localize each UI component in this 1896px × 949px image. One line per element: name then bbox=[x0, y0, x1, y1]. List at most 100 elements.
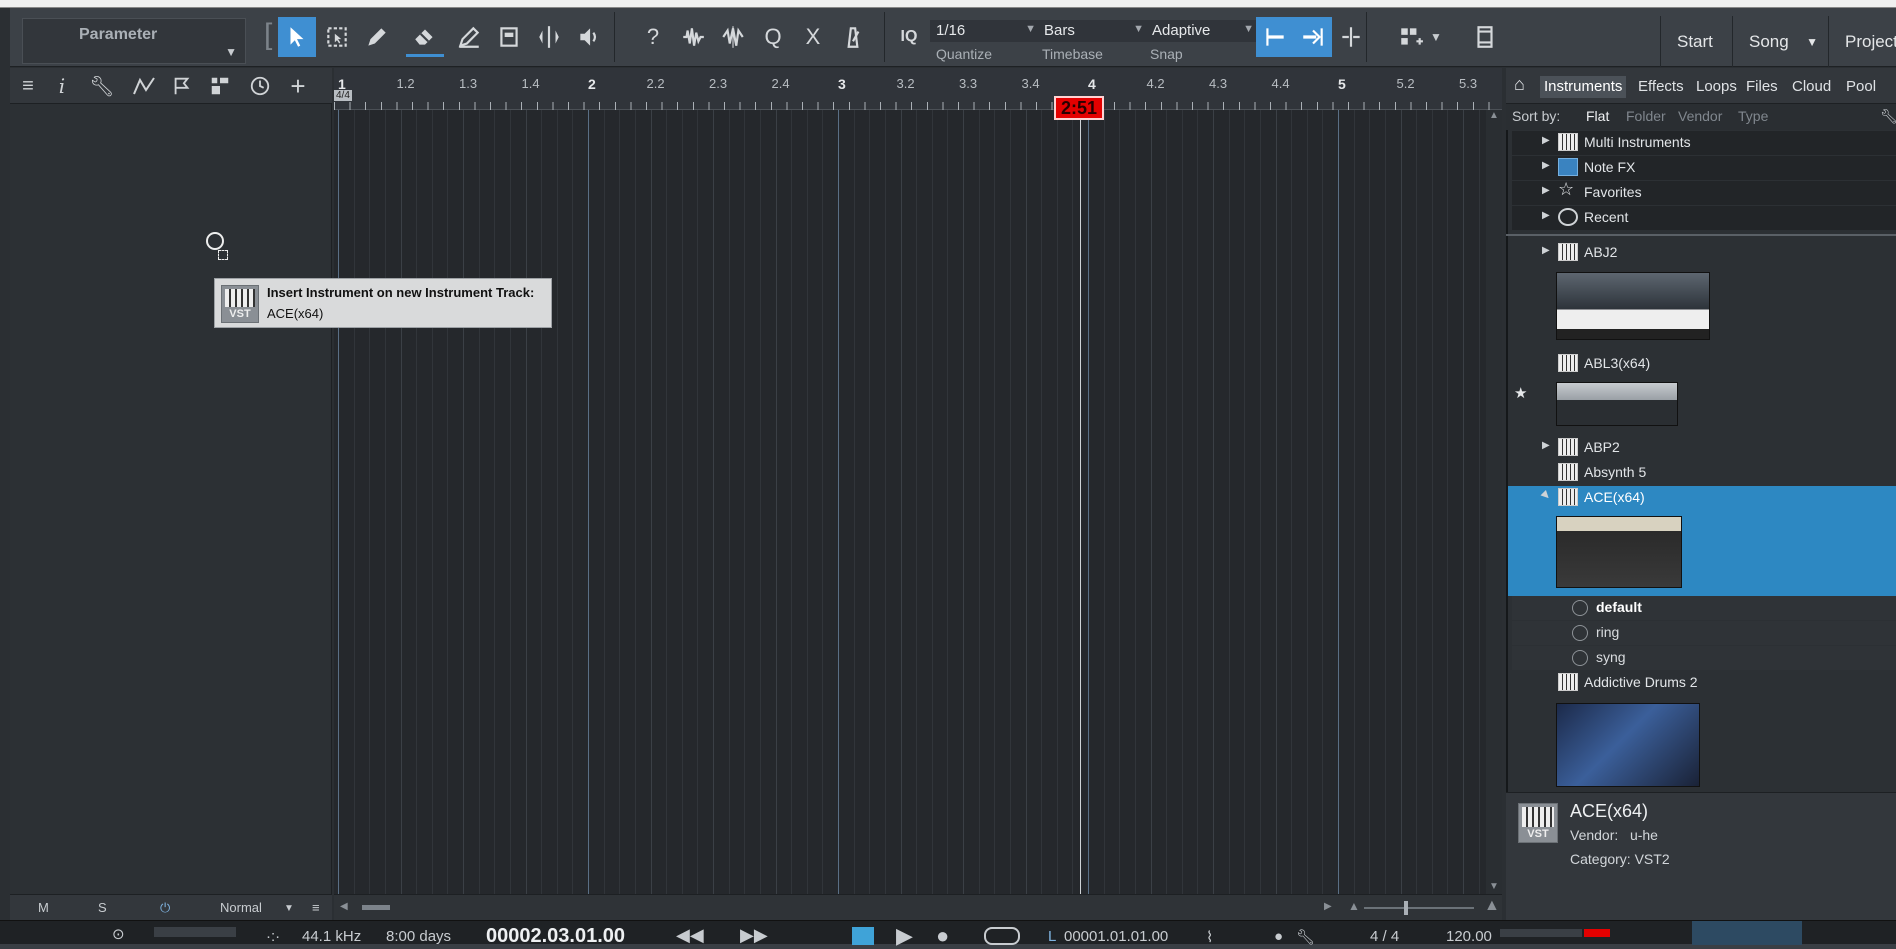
arrow-tool-button[interactable] bbox=[278, 17, 316, 57]
video-button[interactable] bbox=[1466, 17, 1504, 57]
arrangement-view[interactable] bbox=[334, 110, 1502, 894]
chevron-down-icon[interactable]: ▼ bbox=[1430, 30, 1442, 44]
list-item[interactable]: ABL3(x64) bbox=[1512, 352, 1896, 376]
chevron-down-icon[interactable]: ▼ bbox=[1806, 35, 1818, 49]
timeline-ruler[interactable]: 4/4 1 1.2 1.3 1.4 2 2.2 2.3 2.4 3 3.2 3.3 3.4 4 4.2 4.… bbox=[334, 68, 1502, 110]
track-mode-select[interactable]: Normal bbox=[220, 900, 262, 915]
list-item[interactable]: ▶ ABJ2 bbox=[1512, 241, 1896, 265]
sort-type[interactable]: Type bbox=[1738, 108, 1768, 124]
grid-line bbox=[494, 110, 496, 894]
automation-button[interactable] bbox=[126, 72, 162, 100]
sort-vendor[interactable]: Vendor bbox=[1678, 108, 1722, 124]
help-button[interactable]: ? bbox=[634, 17, 672, 57]
power-icon[interactable]: ⏻ bbox=[160, 900, 170, 916]
record-icon[interactable]: ● bbox=[936, 923, 949, 949]
solo-all-button[interactable]: S bbox=[98, 900, 107, 915]
tab-files[interactable]: Files bbox=[1746, 76, 1778, 98]
timebase-select[interactable]: Bars ▼ bbox=[1038, 20, 1150, 42]
zoom-slider-handle[interactable] bbox=[1404, 901, 1408, 915]
mute-all-button[interactable]: M bbox=[38, 900, 49, 915]
song-button[interactable]: Song ▼ bbox=[1732, 16, 1828, 67]
quantize-select[interactable]: 1/16 ▼ bbox=[930, 20, 1042, 42]
paint-tool-button[interactable] bbox=[358, 17, 396, 57]
tab-pool[interactable]: Pool bbox=[1846, 76, 1876, 98]
preset-item[interactable]: syng bbox=[1512, 646, 1896, 670]
preset-item[interactable]: default bbox=[1512, 596, 1896, 620]
mute-tool-button[interactable] bbox=[490, 17, 528, 57]
forward-icon[interactable]: ▶▶ bbox=[740, 925, 768, 946]
loop-toggle[interactable] bbox=[984, 927, 1020, 945]
iq-button[interactable]: IQ bbox=[890, 17, 928, 57]
list-item[interactable]: Addictive Drums 2 bbox=[1512, 671, 1896, 695]
tuner-button[interactable] bbox=[834, 17, 872, 57]
zoom-out-icon[interactable]: ▲ bbox=[1348, 899, 1360, 913]
marker-button[interactable] bbox=[164, 72, 200, 100]
track-list-button[interactable]: ≡ bbox=[10, 72, 46, 100]
detect-transients-button[interactable] bbox=[714, 17, 752, 57]
scroll-thumb[interactable] bbox=[362, 905, 390, 910]
add-track-button[interactable]: + bbox=[280, 71, 316, 101]
arranger-button[interactable] bbox=[202, 72, 238, 100]
snap-to-grid-button[interactable] bbox=[1256, 17, 1294, 57]
zoom-in-icon[interactable]: ▲ bbox=[1484, 897, 1500, 915]
metronome-icon[interactable]: ⌇ bbox=[1206, 928, 1213, 946]
split-tool-button[interactable] bbox=[530, 17, 568, 57]
horizontal-scrollbar[interactable]: ◀ ▶ ▲ ▲ bbox=[334, 894, 1502, 920]
playhead-time-badge[interactable]: 2:51 bbox=[1054, 96, 1104, 120]
start-button[interactable]: Start bbox=[1660, 16, 1732, 67]
scroll-right-icon[interactable]: ▶ bbox=[1324, 901, 1332, 912]
position-display[interactable]: 00002.03.01.00 bbox=[486, 925, 625, 948]
preset-item[interactable]: ring bbox=[1512, 621, 1896, 645]
zoom-slider[interactable] bbox=[1364, 907, 1474, 909]
vertical-scrollbar[interactable]: ▲ ▼ bbox=[1486, 110, 1502, 894]
favorite-star-icon[interactable]: ★ bbox=[1514, 384, 1527, 402]
range-tool-button[interactable] bbox=[318, 17, 356, 57]
ripple-edit-button[interactable] bbox=[1332, 17, 1370, 57]
snap-to-cursor-button[interactable] bbox=[1294, 17, 1332, 57]
tempo-display[interactable]: 120.00 bbox=[1446, 928, 1492, 945]
list-item[interactable]: ▶ Recent bbox=[1512, 206, 1896, 230]
inspector-button[interactable]: i bbox=[44, 72, 80, 100]
audiobend-button[interactable] bbox=[674, 17, 712, 57]
sort-folder[interactable]: Folder bbox=[1626, 108, 1666, 124]
scroll-down-icon[interactable]: ▼ bbox=[1489, 881, 1499, 892]
list-item[interactable]: ▶ Note FX bbox=[1512, 156, 1896, 180]
quantize-q-button[interactable]: Q bbox=[754, 17, 792, 57]
project-button[interactable]: Project bbox=[1828, 16, 1896, 67]
list-item[interactable]: Absynth 5 bbox=[1512, 461, 1896, 485]
rewind-icon[interactable]: ◀◀ bbox=[676, 925, 704, 946]
tempo-button[interactable] bbox=[242, 72, 278, 100]
tab-effects[interactable]: Effects bbox=[1638, 76, 1684, 98]
wrench-icon[interactable]: 🔧︎ bbox=[1296, 928, 1315, 946]
loop-button[interactable] bbox=[852, 927, 874, 945]
scroll-up-icon[interactable]: ▲ bbox=[1489, 110, 1499, 121]
ruler-label: 2 bbox=[588, 76, 596, 92]
tab-loops[interactable]: Loops bbox=[1696, 76, 1737, 98]
listen-tool-button[interactable] bbox=[570, 17, 608, 57]
chevron-down-icon[interactable]: ▼ bbox=[225, 45, 237, 59]
list-item[interactable]: ▶ ☆ Favorites bbox=[1512, 179, 1896, 205]
tab-cloud[interactable]: Cloud bbox=[1792, 76, 1831, 98]
parameter-box[interactable]: Parameter ▼ bbox=[22, 18, 246, 64]
chevron-down-icon[interactable]: ▼ bbox=[284, 903, 294, 914]
draw-tool-button[interactable] bbox=[450, 17, 488, 57]
list-item[interactable]: ▶ ABP2 bbox=[1512, 436, 1896, 460]
cancel-quantize-button[interactable]: X bbox=[794, 17, 832, 57]
tab-instruments[interactable]: Instruments bbox=[1540, 76, 1627, 98]
precount-icon[interactable]: ● bbox=[1274, 928, 1283, 945]
menu-lines-icon[interactable]: ≡ bbox=[312, 900, 320, 915]
tools-button[interactable]: 🔧︎ bbox=[84, 72, 120, 100]
search-icon[interactable]: 🔧︎ bbox=[1880, 108, 1896, 125]
eraser-tool-button[interactable] bbox=[406, 17, 444, 57]
grid-line bbox=[1259, 110, 1261, 894]
snap-select[interactable]: Adaptive ▼ bbox=[1146, 20, 1260, 42]
home-icon[interactable]: ⌂ bbox=[1514, 74, 1525, 95]
signature-display[interactable]: 4 / 4 bbox=[1370, 928, 1399, 945]
list-item[interactable]: ▶ Multi Instruments bbox=[1512, 131, 1896, 155]
scroll-left-icon[interactable]: ◀ bbox=[340, 901, 348, 912]
list-item-selected[interactable]: ▶ ACE(x64) bbox=[1512, 486, 1896, 510]
play-icon[interactable]: ▶ bbox=[896, 923, 913, 949]
loop-start-display[interactable]: 00001.01.01.00 bbox=[1064, 928, 1168, 945]
layout-button[interactable] bbox=[1392, 17, 1430, 57]
sort-flat[interactable]: Flat bbox=[1586, 108, 1609, 124]
